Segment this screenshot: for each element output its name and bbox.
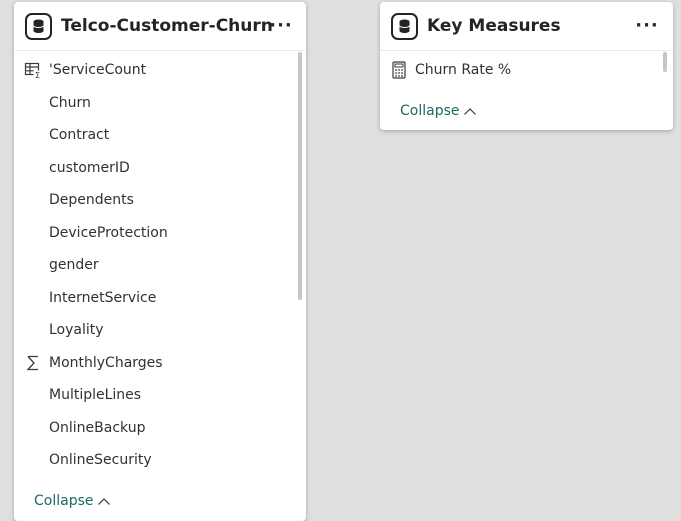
chevron-up-icon (97, 498, 110, 505)
field-item-gender[interactable]: gender (14, 249, 306, 282)
more-options-button[interactable]: ··· (268, 12, 294, 38)
field-label: DeviceProtection (49, 224, 168, 241)
field-list: Σ 'ServiceCount Churn Contract customerI… (14, 54, 306, 477)
field-item-dependents[interactable]: Dependents (14, 184, 306, 217)
field-item-deviceprotection[interactable]: DeviceProtection (14, 217, 306, 250)
table-card-header[interactable]: Telco-Customer-Churn ··· (14, 2, 306, 51)
more-options-button[interactable]: ··· (634, 12, 660, 38)
field-label: 'ServiceCount (49, 62, 147, 78)
collapse-button[interactable]: Collapse (34, 493, 111, 509)
field-item-multiplelines[interactable]: MultipleLines (14, 379, 306, 412)
database-icon (25, 13, 52, 40)
scrollbar-thumb[interactable] (298, 52, 302, 300)
sigma-icon (26, 355, 38, 370)
calculated-column-icon: Σ (24, 62, 42, 79)
table-card-header[interactable]: Key Measures ··· (380, 2, 673, 51)
collapse-button[interactable]: Collapse (400, 103, 477, 119)
field-label: Contract (49, 127, 110, 143)
field-label: MonthlyCharges (49, 354, 163, 371)
field-label: Churn Rate % (415, 62, 512, 78)
field-item-onlinesecurity[interactable]: OnlineSecurity (14, 444, 306, 477)
field-label: MultipleLines (49, 387, 142, 403)
field-item-churn-rate[interactable]: Churn Rate % (380, 54, 673, 87)
field-label: Loyality (49, 322, 104, 338)
field-item-internetservice[interactable]: InternetService (14, 282, 306, 315)
field-label: customerID (49, 159, 130, 176)
field-label: Churn (49, 94, 91, 111)
calculator-icon (392, 61, 406, 79)
database-icon (391, 13, 418, 40)
table-card-telco-customer-churn[interactable]: Telco-Customer-Churn ··· Σ 'ServiceCount… (14, 2, 306, 521)
scrollbar-thumb[interactable] (663, 52, 667, 72)
field-item-monthlycharges[interactable]: MonthlyCharges (14, 347, 306, 380)
chevron-up-icon (463, 108, 476, 115)
table-card-key-measures[interactable]: Key Measures ··· Churn Rate % Collapse (380, 2, 673, 130)
table-title: Key Measures (427, 16, 561, 36)
field-label: OnlineBackup (49, 419, 146, 436)
svg-text:Σ: Σ (35, 71, 40, 79)
field-label: InternetService (49, 289, 157, 306)
field-item-loyality[interactable]: Loyality (14, 314, 306, 347)
field-label: OnlineSecurity (49, 452, 152, 468)
field-item-servicecount[interactable]: Σ 'ServiceCount (14, 54, 306, 87)
field-item-customerid[interactable]: customerID (14, 152, 306, 185)
field-label: gender (49, 257, 99, 273)
table-title: Telco-Customer-Churn (61, 16, 273, 36)
field-item-churn[interactable]: Churn (14, 87, 306, 120)
field-item-contract[interactable]: Contract (14, 119, 306, 152)
collapse-label: Collapse (400, 103, 460, 119)
field-item-onlinebackup[interactable]: OnlineBackup (14, 412, 306, 445)
collapse-label: Collapse (34, 493, 94, 509)
field-list: Churn Rate % (380, 54, 673, 87)
field-label: Dependents (49, 192, 134, 208)
